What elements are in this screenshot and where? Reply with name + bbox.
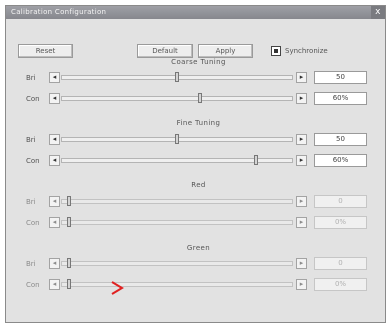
- decrement-arrow-icon[interactable]: ◂: [49, 93, 60, 104]
- slider-track[interactable]: [61, 279, 293, 289]
- slider-thumb[interactable]: [175, 72, 179, 82]
- increment-arrow-icon[interactable]: ▸: [296, 279, 307, 290]
- decrement-arrow-icon[interactable]: ◂: [49, 258, 60, 269]
- slider-value-field[interactable]: 60%: [314, 154, 367, 167]
- calibration-window: Calibration Configuration x Reset Defaul…: [5, 5, 386, 323]
- increment-arrow-icon[interactable]: ▸: [296, 258, 307, 269]
- decrement-arrow-icon[interactable]: ◂: [49, 279, 60, 290]
- slider-label: Bri: [26, 198, 36, 206]
- decrement-arrow-icon[interactable]: ◂: [49, 134, 60, 145]
- slider-thumb[interactable]: [67, 217, 71, 227]
- slider-value-field[interactable]: 0: [314, 257, 367, 270]
- slider-thumb[interactable]: [67, 279, 71, 289]
- slider-label: Bri: [26, 260, 36, 268]
- slider-value-field[interactable]: 50: [314, 133, 367, 146]
- section-title: Red: [191, 181, 206, 189]
- mouse-cursor-icon: [110, 280, 126, 296]
- slider-thumb[interactable]: [198, 93, 202, 103]
- decrement-arrow-icon[interactable]: ◂: [49, 155, 60, 166]
- sync-checkbox-label: Synchronize: [285, 47, 328, 55]
- slider-thumb[interactable]: [67, 258, 71, 268]
- slider-label: Con: [26, 157, 40, 165]
- section-title: Green: [186, 244, 211, 252]
- default-button[interactable]: Default: [137, 44, 193, 58]
- decrement-arrow-icon[interactable]: ◂: [49, 196, 60, 207]
- slider-value-field[interactable]: 60%: [314, 92, 367, 105]
- slider-row: Con ◂ ▸ 60%: [26, 92, 371, 106]
- section-title: Coarse Tuning: [171, 58, 226, 66]
- slider-track[interactable]: [61, 155, 293, 165]
- slider-label: Con: [26, 281, 40, 289]
- increment-arrow-icon[interactable]: ▸: [296, 196, 307, 207]
- slider-track[interactable]: [61, 196, 293, 206]
- checkbox-checkmark-icon: [274, 49, 278, 53]
- slider-row: Con ◂ ▸ 60%: [26, 154, 371, 168]
- slider-row: Bri ◂ ▸ 50: [26, 133, 371, 147]
- slider-track[interactable]: [61, 93, 293, 103]
- decrement-arrow-icon[interactable]: ◂: [49, 217, 60, 228]
- slider-row: Bri ◂ ▸ 0: [26, 257, 371, 271]
- increment-arrow-icon[interactable]: ▸: [296, 155, 307, 166]
- slider-value-field[interactable]: 0%: [314, 278, 367, 291]
- slider-track[interactable]: [61, 258, 293, 268]
- increment-arrow-icon[interactable]: ▸: [296, 72, 307, 83]
- slider-value-field[interactable]: 50: [314, 71, 367, 84]
- decrement-arrow-icon[interactable]: ◂: [49, 72, 60, 83]
- slider-value-field[interactable]: 0%: [314, 216, 367, 229]
- window-title: Calibration Configuration: [11, 8, 107, 16]
- sync-checkbox[interactable]: [271, 46, 281, 56]
- increment-arrow-icon[interactable]: ▸: [296, 134, 307, 145]
- slider-row: Con ◂ ▸ 0%: [26, 278, 371, 292]
- slider-row: Bri ◂ ▸ 50: [26, 71, 371, 85]
- slider-value-field[interactable]: 0: [314, 195, 367, 208]
- slider-thumb[interactable]: [175, 134, 179, 144]
- reset-button[interactable]: Reset: [18, 44, 73, 58]
- increment-arrow-icon[interactable]: ▸: [296, 93, 307, 104]
- slider-label: Con: [26, 219, 40, 227]
- increment-arrow-icon[interactable]: ▸: [296, 217, 307, 228]
- apply-button[interactable]: Apply: [198, 44, 253, 58]
- slider-track[interactable]: [61, 134, 293, 144]
- slider-track[interactable]: [61, 217, 293, 227]
- slider-thumb[interactable]: [67, 196, 71, 206]
- slider-label: Bri: [26, 136, 36, 144]
- slider-row: Bri ◂ ▸ 0: [26, 195, 371, 209]
- close-button[interactable]: x: [371, 6, 385, 19]
- slider-thumb[interactable]: [254, 155, 258, 165]
- section-title: Fine Tuning: [176, 119, 221, 127]
- slider-label: Bri: [26, 74, 36, 82]
- slider-row: Con ◂ ▸ 0%: [26, 216, 371, 230]
- slider-label: Con: [26, 95, 40, 103]
- window-titlebar[interactable]: Calibration Configuration x: [6, 6, 385, 19]
- slider-track[interactable]: [61, 72, 293, 82]
